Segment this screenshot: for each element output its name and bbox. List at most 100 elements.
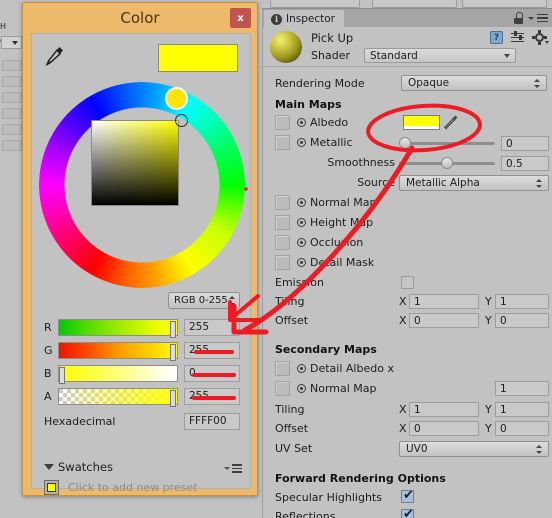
swatch-add-hint: Click to add new preset bbox=[68, 481, 198, 494]
bg-field-2[interactable] bbox=[2, 76, 22, 87]
channel-slider-g[interactable] bbox=[58, 342, 178, 361]
detail-mask-texture-slot[interactable] bbox=[275, 255, 290, 270]
albedo-color-swatch[interactable] bbox=[403, 115, 440, 130]
secondary-tiling-x[interactable]: 1 bbox=[409, 402, 479, 417]
bg-field-5[interactable] bbox=[2, 124, 22, 135]
secondary-offset-y-label: Y bbox=[485, 422, 492, 435]
toolbar-button-1[interactable] bbox=[270, 0, 360, 8]
chevron-down-icon[interactable] bbox=[528, 16, 534, 20]
metallic-value[interactable]: 0 bbox=[501, 136, 549, 151]
channel-value-b[interactable]: 0 bbox=[184, 365, 240, 382]
channel-slider-r[interactable] bbox=[58, 319, 178, 338]
chevron-down-icon bbox=[504, 54, 510, 58]
emission-checkbox[interactable] bbox=[401, 276, 414, 289]
secondary-offset-row: Offset X 0 Y 0 bbox=[263, 420, 552, 439]
secondary-normal-map-texture-slot[interactable] bbox=[275, 381, 290, 396]
preset-icon[interactable] bbox=[511, 30, 525, 44]
normal-map-radio-icon[interactable] bbox=[297, 198, 306, 207]
normal-map-texture-slot[interactable] bbox=[275, 195, 290, 210]
bg-dropdown[interactable] bbox=[1, 36, 22, 49]
saturation-value-square[interactable] bbox=[91, 120, 179, 206]
bg-field-1[interactable] bbox=[2, 60, 22, 71]
metallic-slider[interactable] bbox=[399, 136, 495, 151]
swatches-menu-icon[interactable] bbox=[224, 464, 242, 473]
smoothness-value[interactable]: 0.5 bbox=[501, 156, 549, 171]
swatch-preset-chip[interactable] bbox=[44, 480, 59, 495]
hamburger-menu-icon[interactable] bbox=[537, 13, 548, 23]
detail-albedo-radio-icon[interactable] bbox=[297, 364, 306, 373]
channel-row-r: R 255 bbox=[32, 318, 252, 340]
albedo-radio-icon[interactable] bbox=[297, 118, 306, 127]
chevron-down-icon[interactable] bbox=[44, 464, 54, 470]
material-preview-sphere bbox=[270, 31, 302, 63]
emission-row: Emission bbox=[263, 274, 552, 293]
albedo-texture-slot[interactable] bbox=[275, 115, 290, 130]
main-tiling-y[interactable]: 1 bbox=[495, 294, 549, 309]
specular-highlights-checkbox[interactable]: ✔ bbox=[401, 489, 414, 503]
hue-selector-knob[interactable] bbox=[165, 87, 188, 110]
bg-field-6[interactable] bbox=[2, 140, 22, 151]
secondary-normal-map-row: Normal Map 1 bbox=[263, 380, 552, 401]
close-icon[interactable]: x bbox=[230, 8, 251, 28]
bg-field-3[interactable] bbox=[2, 92, 22, 103]
gear-icon[interactable] bbox=[532, 30, 549, 45]
detail-albedo-texture-slot[interactable] bbox=[275, 361, 290, 376]
channel-value-a[interactable]: 255 bbox=[184, 388, 240, 405]
channel-slider-b[interactable] bbox=[58, 365, 178, 384]
occlusion-radio-icon[interactable] bbox=[297, 238, 306, 247]
swatches-header[interactable]: Swatches bbox=[32, 458, 252, 478]
eyedropper-icon[interactable] bbox=[444, 114, 459, 131]
rendering-mode-dropdown[interactable]: Opaque bbox=[401, 75, 547, 91]
swatch-add-preset-row[interactable]: Click to add new preset bbox=[32, 478, 252, 500]
metallic-row: Metallic 0 bbox=[263, 134, 552, 154]
tab-inspector[interactable]: i Inspector bbox=[264, 10, 344, 28]
sv-selector-knob[interactable] bbox=[175, 114, 188, 127]
height-map-radio-icon[interactable] bbox=[297, 218, 306, 227]
check-icon: ✔ bbox=[403, 507, 414, 518]
main-offset-row: Offset X 0 Y 0 bbox=[263, 312, 552, 331]
height-map-texture-slot[interactable] bbox=[275, 215, 290, 230]
detail-mask-label: Detail Mask bbox=[310, 256, 375, 269]
main-offset-x[interactable]: 0 bbox=[409, 313, 479, 328]
color-wheel[interactable] bbox=[39, 82, 245, 288]
toolbar-button-2[interactable] bbox=[372, 0, 457, 8]
updown-arrows-icon bbox=[536, 178, 543, 190]
occlusion-texture-slot[interactable] bbox=[275, 235, 290, 250]
bg-field-4[interactable] bbox=[2, 108, 22, 119]
secondary-normal-map-value[interactable]: 1 bbox=[495, 381, 549, 396]
main-offset-y[interactable]: 0 bbox=[495, 313, 549, 328]
metallic-radio-icon[interactable] bbox=[297, 138, 306, 147]
source-dropdown[interactable]: Metallic Alpha bbox=[399, 175, 549, 191]
toolbar-button-3[interactable] bbox=[462, 0, 547, 8]
uv-set-dropdown[interactable]: UV0 bbox=[399, 441, 549, 457]
updown-arrows-icon bbox=[534, 78, 541, 90]
shader-dropdown[interactable]: Standard bbox=[364, 48, 516, 63]
lock-icon[interactable] bbox=[514, 12, 523, 24]
main-offset-label: Offset bbox=[275, 314, 309, 327]
source-row: Source Metallic Alpha bbox=[263, 174, 552, 194]
main-tiling-x[interactable]: 1 bbox=[409, 294, 479, 309]
channel-label-g: G bbox=[44, 344, 53, 357]
secondary-offset-x[interactable]: 0 bbox=[409, 421, 479, 436]
metallic-texture-slot[interactable] bbox=[275, 135, 290, 150]
channel-value-r[interactable]: 255 bbox=[184, 319, 240, 336]
detail-mask-radio-icon[interactable] bbox=[297, 258, 306, 267]
color-mode-dropdown[interactable]: RGB 0-255 bbox=[168, 292, 240, 309]
smoothness-slider[interactable] bbox=[399, 156, 495, 171]
main-tiling-x-label: X bbox=[399, 295, 407, 308]
eyedropper-icon[interactable] bbox=[44, 45, 66, 67]
channel-value-g[interactable]: 255 bbox=[184, 342, 240, 359]
channel-slider-a[interactable] bbox=[58, 388, 178, 407]
rendering-mode-value: Opaque bbox=[408, 77, 450, 89]
help-icon[interactable]: ? bbox=[490, 31, 503, 44]
color-dialog-titlebar[interactable]: Color bbox=[23, 3, 257, 33]
reflections-row: Reflections ✔ bbox=[263, 508, 552, 518]
secondary-tiling-y[interactable]: 1 bbox=[495, 402, 549, 417]
albedo-label: Albedo bbox=[310, 116, 349, 129]
source-label: Source bbox=[357, 176, 395, 189]
hexadecimal-value[interactable]: FFFF00 bbox=[184, 413, 240, 430]
main-tiling-label: Tiling bbox=[275, 295, 305, 308]
reflections-checkbox[interactable]: ✔ bbox=[401, 507, 414, 518]
secondary-normal-map-radio-icon[interactable] bbox=[297, 384, 306, 393]
secondary-offset-y[interactable]: 0 bbox=[495, 421, 549, 436]
